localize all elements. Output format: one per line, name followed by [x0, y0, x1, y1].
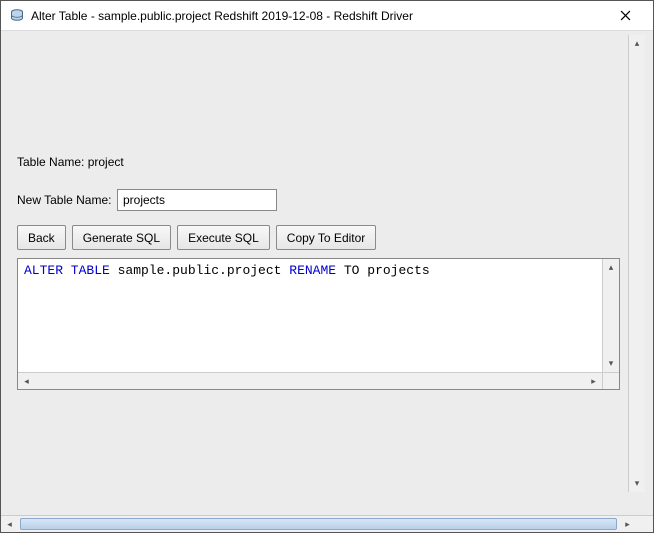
scroll-thumb[interactable]: [20, 518, 617, 530]
new-table-name-label: New Table Name:: [17, 193, 117, 207]
table-name-label: Table Name: project: [17, 155, 124, 169]
new-table-name-input[interactable]: [117, 189, 277, 211]
scroll-down-icon[interactable]: ▾: [629, 475, 645, 492]
client-area: ▴ ▾ Table Name: project New Table Name: …: [1, 31, 653, 532]
scroll-track[interactable]: [18, 516, 619, 532]
scroll-up-icon[interactable]: ▴: [603, 259, 619, 276]
close-button[interactable]: [605, 2, 645, 30]
sql-tail: TO projects: [336, 263, 430, 278]
scroll-down-icon[interactable]: ▾: [603, 355, 619, 372]
sql-horizontal-scrollbar[interactable]: ◂ ▸: [18, 372, 602, 389]
main-panel: ▴ ▾ Table Name: project New Table Name: …: [9, 35, 645, 510]
sql-keyword: RENAME: [289, 263, 336, 278]
sql-keyword: ALTER TABLE: [24, 263, 110, 278]
scroll-corner: [636, 516, 653, 532]
vertical-scrollbar[interactable]: ▴ ▾: [628, 35, 645, 492]
database-icon: [9, 8, 25, 24]
back-button[interactable]: Back: [17, 225, 66, 250]
sql-object: sample.public.project: [110, 263, 289, 278]
scroll-corner: [602, 372, 619, 389]
generate-sql-button[interactable]: Generate SQL: [72, 225, 171, 250]
copy-to-editor-button[interactable]: Copy To Editor: [276, 225, 377, 250]
scroll-left-icon[interactable]: ◂: [1, 516, 18, 532]
sql-textarea[interactable]: ALTER TABLE sample.public.project RENAME…: [17, 258, 620, 390]
titlebar: Alter Table - sample.public.project Reds…: [1, 1, 653, 31]
window-title: Alter Table - sample.public.project Reds…: [31, 9, 605, 23]
horizontal-scrollbar[interactable]: ◂ ▸: [1, 515, 653, 532]
sql-content[interactable]: ALTER TABLE sample.public.project RENAME…: [18, 259, 602, 372]
execute-sql-button[interactable]: Execute SQL: [177, 225, 270, 250]
scroll-right-icon[interactable]: ▸: [619, 516, 636, 532]
scroll-track[interactable]: [35, 373, 585, 389]
scroll-up-icon[interactable]: ▴: [629, 35, 645, 52]
scroll-left-icon[interactable]: ◂: [18, 373, 35, 389]
sql-vertical-scrollbar[interactable]: ▴ ▾: [602, 259, 619, 372]
close-icon: [620, 10, 631, 21]
scroll-right-icon[interactable]: ▸: [585, 373, 602, 389]
